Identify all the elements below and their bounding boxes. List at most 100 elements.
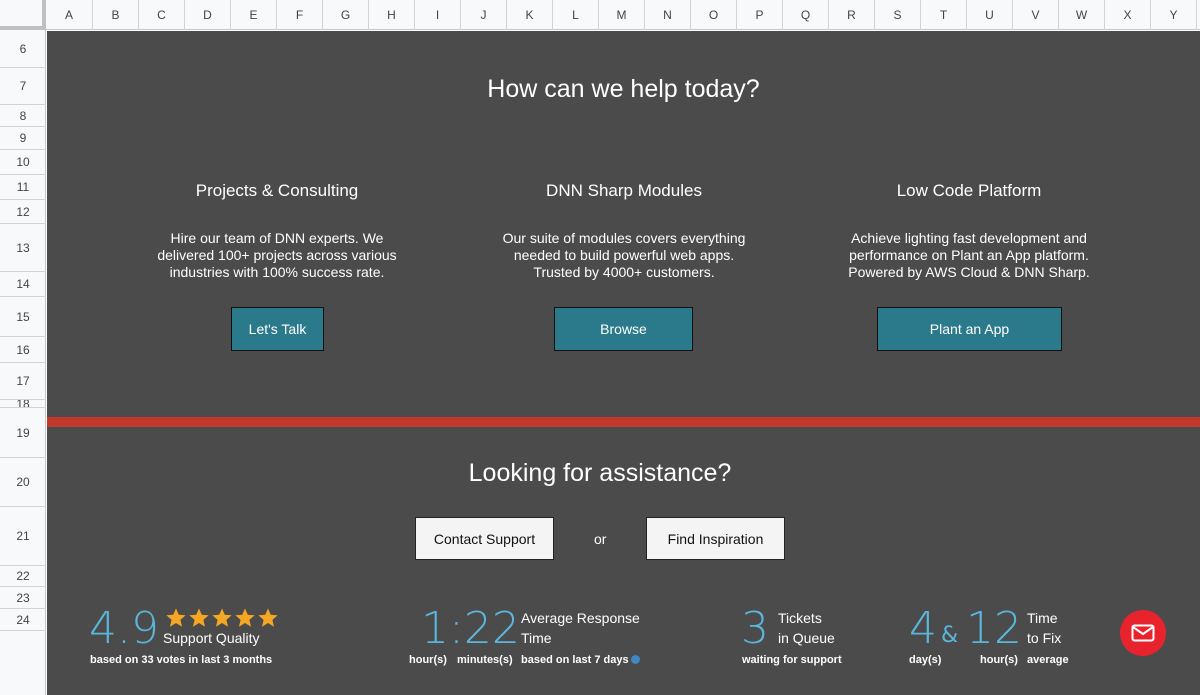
column-header-a[interactable]: A	[46, 0, 93, 30]
row-header-18[interactable]: 18	[0, 400, 46, 408]
service-desc-modules: Our suite of modules covers everything n…	[464, 230, 784, 281]
desc-line: Our suite of modules covers everything	[502, 230, 746, 246]
column-header-r[interactable]: R	[829, 0, 875, 30]
row-header-bar: 6 7 8 9 10 11 12 13 14 15 16 17 18 19 20 21 22 23 24	[0, 30, 46, 695]
column-header-i[interactable]: I	[415, 0, 461, 30]
row-header-14[interactable]: 14	[0, 272, 46, 297]
column-header-e[interactable]: E	[231, 0, 277, 30]
column-header-x[interactable]: X	[1105, 0, 1151, 30]
response-hours-label: hour(s)	[409, 654, 447, 666]
row-header-11[interactable]: 11	[0, 175, 46, 200]
response-caption: based on last 7 days	[521, 654, 640, 666]
star-icon	[235, 608, 255, 627]
desc-line: needed to build powerful web apps.	[513, 247, 735, 263]
mail-button[interactable]	[1120, 610, 1166, 656]
quality-label: Support Quality	[163, 630, 260, 646]
mail-icon	[1131, 624, 1155, 642]
row-header-8[interactable]: 8	[0, 105, 46, 127]
star-icon	[189, 608, 209, 627]
column-header-b[interactable]: B	[93, 0, 139, 30]
service-title-projects: Projects & Consulting	[195, 181, 359, 200]
row-header-23[interactable]: 23	[0, 587, 46, 609]
row-header-10[interactable]: 10	[0, 150, 46, 175]
browse-button[interactable]: Browse	[554, 307, 693, 351]
select-all-corner[interactable]	[0, 0, 46, 30]
fix-hours-label: hour(s)	[980, 654, 1018, 666]
tickets-caption: waiting for support	[742, 654, 842, 666]
service-title-lowcode: Low Code Platform	[896, 181, 1042, 200]
row-header-7[interactable]: 7	[0, 68, 46, 105]
row-header-21[interactable]: 21	[0, 507, 46, 566]
quality-caption: based on 33 votes in last 3 months	[90, 654, 273, 666]
or-text: or	[594, 531, 607, 547]
column-header-f[interactable]: F	[277, 0, 323, 30]
fix-ampersand: &	[941, 623, 959, 648]
column-header-m[interactable]: M	[599, 0, 645, 30]
column-header-t[interactable]: T	[921, 0, 967, 30]
assistance-title: Looking for assistance?	[468, 459, 732, 487]
star-icon	[212, 608, 232, 627]
column-header-l[interactable]: L	[553, 0, 599, 30]
fix-hours-value: 12	[966, 603, 1022, 654]
row-header-20[interactable]: 20	[0, 458, 46, 507]
row-header-12[interactable]: 12	[0, 200, 46, 224]
response-minutes-label: minutes(s)	[457, 654, 513, 666]
column-header-k[interactable]: K	[507, 0, 553, 30]
contact-support-button[interactable]: Contact Support	[415, 517, 554, 560]
desc-line: Powered by AWS Cloud & DNN Sharp.	[848, 264, 1090, 280]
column-header-j[interactable]: J	[461, 0, 507, 30]
column-header-q[interactable]: Q	[783, 0, 829, 30]
fix-days-value: 4	[909, 603, 937, 654]
tickets-count: 3	[741, 603, 769, 654]
desc-line: Achieve lighting fast development and	[851, 230, 1087, 246]
row-header-22[interactable]: 22	[0, 566, 46, 587]
star-rating	[165, 607, 279, 629]
find-inspiration-button[interactable]: Find Inspiration	[646, 517, 785, 560]
desc-line: industries with 100% success rate.	[169, 264, 385, 280]
column-header-c[interactable]: C	[139, 0, 185, 30]
desc-line: delivered 100+ projects across various	[157, 247, 397, 263]
fix-label-line2: to Fix	[1027, 630, 1062, 646]
column-header-s[interactable]: S	[875, 0, 921, 30]
column-header-bar: ABCDEFGHIJKLMNOPQRSTUVWXY	[0, 0, 1200, 30]
row-header-19[interactable]: 19	[0, 408, 46, 458]
star-icon	[258, 608, 278, 627]
row-header-24[interactable]: 24	[0, 609, 46, 631]
response-time-value: 1:22	[421, 603, 520, 654]
response-label-line1: Average Response	[521, 610, 640, 626]
service-desc-lowcode: Achieve lighting fast development and pe…	[809, 230, 1129, 281]
column-header-w[interactable]: W	[1059, 0, 1105, 30]
service-desc-projects: Hire our team of DNN experts. We deliver…	[117, 230, 437, 281]
fix-average-label: average	[1027, 654, 1069, 666]
row-header-16[interactable]: 16	[0, 337, 46, 363]
service-title-modules: DNN Sharp Modules	[546, 181, 702, 200]
row-header-17[interactable]: 17	[0, 363, 46, 400]
column-header-h[interactable]: H	[369, 0, 415, 30]
row-header-13[interactable]: 13	[0, 224, 46, 272]
column-header-y[interactable]: Y	[1151, 0, 1197, 30]
lets-talk-button[interactable]: Let's Talk	[231, 307, 324, 351]
fix-label: Time to Fix	[1027, 608, 1061, 648]
column-header-g[interactable]: G	[323, 0, 369, 30]
response-label-line2: Time	[521, 630, 552, 646]
column-header-o[interactable]: O	[691, 0, 737, 30]
column-header-u[interactable]: U	[967, 0, 1013, 30]
desc-line: Trusted by 4000+ customers.	[533, 264, 715, 280]
tickets-label: Tickets in Queue	[778, 608, 835, 648]
column-header-n[interactable]: N	[645, 0, 691, 30]
fix-days-label: day(s)	[909, 654, 942, 666]
star-icon	[166, 608, 186, 627]
row-header-9[interactable]: 9	[0, 127, 46, 150]
info-icon[interactable]	[630, 655, 640, 664]
column-header-v[interactable]: V	[1013, 0, 1059, 30]
column-header-p[interactable]: P	[737, 0, 783, 30]
section-divider	[47, 417, 1200, 427]
response-caption-text: based on last 7 days	[521, 654, 629, 666]
row-header-6[interactable]: 6	[0, 30, 46, 68]
desc-line: performance on Plant an App platform.	[849, 247, 1089, 263]
plant-an-app-button[interactable]: Plant an App	[877, 307, 1062, 351]
column-header-d[interactable]: D	[185, 0, 231, 30]
row-header-15[interactable]: 15	[0, 297, 46, 337]
fix-label-line1: Time	[1027, 610, 1058, 626]
response-label: Average Response Time	[521, 608, 640, 648]
